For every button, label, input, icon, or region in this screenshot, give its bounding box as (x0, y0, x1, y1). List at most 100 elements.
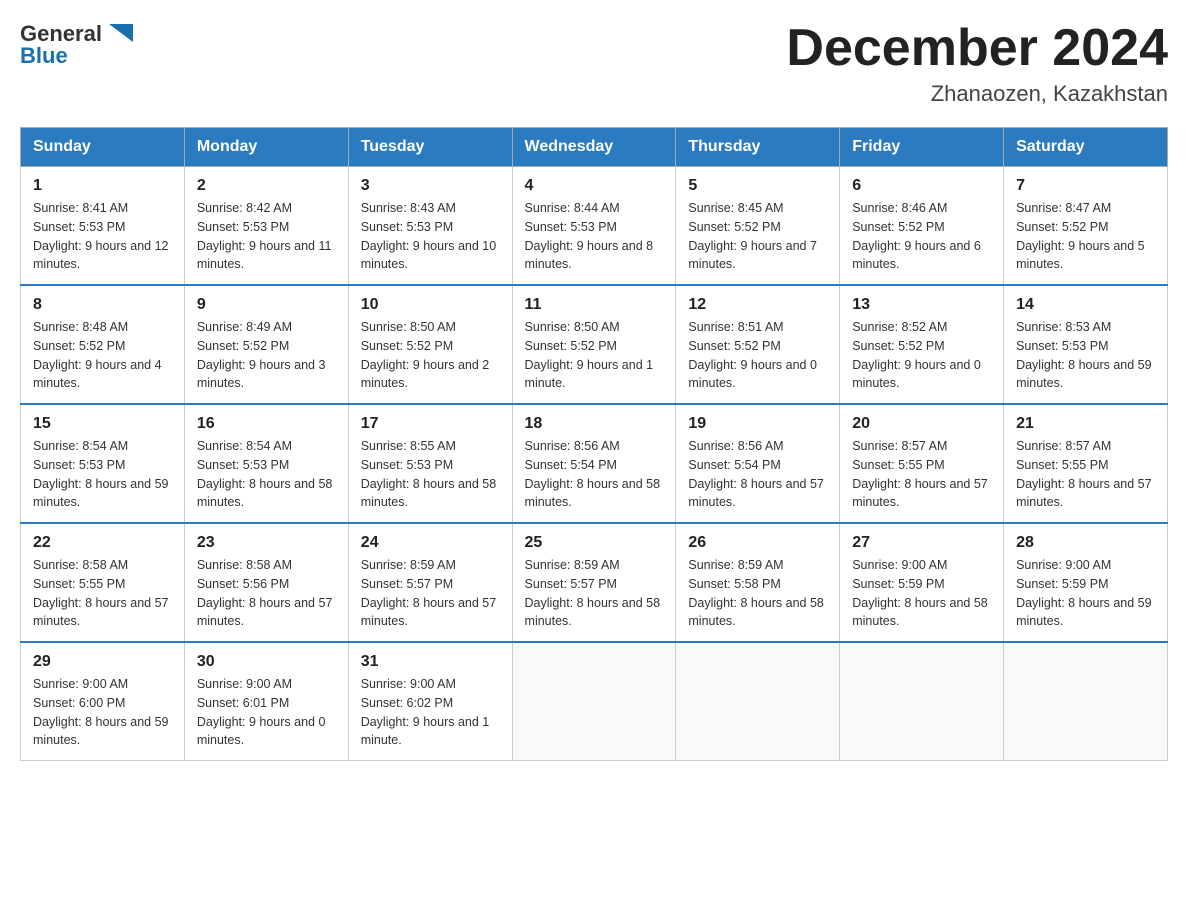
day-info: Sunrise: 8:51 AM Sunset: 5:52 PM Dayligh… (688, 318, 827, 393)
calendar-day-cell: 1 Sunrise: 8:41 AM Sunset: 5:53 PM Dayli… (21, 167, 185, 286)
calendar-day-cell: 9 Sunrise: 8:49 AM Sunset: 5:52 PM Dayli… (184, 285, 348, 404)
day-info: Sunrise: 8:45 AM Sunset: 5:52 PM Dayligh… (688, 199, 827, 274)
day-info: Sunrise: 8:49 AM Sunset: 5:52 PM Dayligh… (197, 318, 336, 393)
day-number: 30 (197, 653, 336, 671)
calendar-day-cell: 29 Sunrise: 9:00 AM Sunset: 6:00 PM Dayl… (21, 642, 185, 761)
daylight-label: Daylight: 8 hours and 59 minutes. (33, 715, 169, 748)
daylight-label: Daylight: 9 hours and 12 minutes. (33, 239, 169, 272)
calendar-week-row: 1 Sunrise: 8:41 AM Sunset: 5:53 PM Dayli… (21, 167, 1168, 286)
calendar-day-cell: 12 Sunrise: 8:51 AM Sunset: 5:52 PM Dayl… (676, 285, 840, 404)
day-info: Sunrise: 8:48 AM Sunset: 5:52 PM Dayligh… (33, 318, 172, 393)
calendar-day-cell: 13 Sunrise: 8:52 AM Sunset: 5:52 PM Dayl… (840, 285, 1004, 404)
sunrise-label: Sunrise: 8:57 AM (852, 439, 947, 453)
sunset-label: Sunset: 5:53 PM (197, 458, 289, 472)
sunset-label: Sunset: 5:53 PM (361, 220, 453, 234)
sunset-label: Sunset: 5:53 PM (1016, 339, 1108, 353)
day-number: 21 (1016, 415, 1155, 433)
sunset-label: Sunset: 5:52 PM (688, 220, 780, 234)
daylight-label: Daylight: 8 hours and 58 minutes. (688, 596, 824, 629)
day-number: 10 (361, 296, 500, 314)
daylight-label: Daylight: 8 hours and 59 minutes. (1016, 358, 1152, 391)
calendar-day-cell: 11 Sunrise: 8:50 AM Sunset: 5:52 PM Dayl… (512, 285, 676, 404)
sunset-label: Sunset: 5:52 PM (33, 339, 125, 353)
calendar-day-cell: 26 Sunrise: 8:59 AM Sunset: 5:58 PM Dayl… (676, 523, 840, 642)
day-info: Sunrise: 8:58 AM Sunset: 5:56 PM Dayligh… (197, 556, 336, 631)
daylight-label: Daylight: 8 hours and 57 minutes. (688, 477, 824, 510)
logo-triangle-icon (105, 20, 133, 48)
sunset-label: Sunset: 5:52 PM (852, 220, 944, 234)
daylight-label: Daylight: 8 hours and 58 minutes. (525, 477, 661, 510)
daylight-label: Daylight: 8 hours and 57 minutes. (1016, 477, 1152, 510)
daylight-label: Daylight: 9 hours and 0 minutes. (688, 358, 817, 391)
sunrise-label: Sunrise: 8:49 AM (197, 320, 292, 334)
daylight-label: Daylight: 8 hours and 57 minutes. (361, 596, 497, 629)
title-section: December 2024 Zhanaozen, Kazakhstan (786, 20, 1168, 107)
daylight-label: Daylight: 8 hours and 59 minutes. (33, 477, 169, 510)
day-info: Sunrise: 8:56 AM Sunset: 5:54 PM Dayligh… (525, 437, 664, 512)
sunrise-label: Sunrise: 8:44 AM (525, 201, 620, 215)
calendar-day-cell: 22 Sunrise: 8:58 AM Sunset: 5:55 PM Dayl… (21, 523, 185, 642)
day-info: Sunrise: 8:59 AM Sunset: 5:57 PM Dayligh… (361, 556, 500, 631)
day-info: Sunrise: 8:56 AM Sunset: 5:54 PM Dayligh… (688, 437, 827, 512)
day-number: 4 (525, 177, 664, 195)
calendar-day-cell: 14 Sunrise: 8:53 AM Sunset: 5:53 PM Dayl… (1004, 285, 1168, 404)
sunrise-label: Sunrise: 8:59 AM (361, 558, 456, 572)
logo: General Blue (20, 20, 133, 68)
day-info: Sunrise: 9:00 AM Sunset: 5:59 PM Dayligh… (1016, 556, 1155, 631)
sunset-label: Sunset: 5:57 PM (525, 577, 617, 591)
sunset-label: Sunset: 5:57 PM (361, 577, 453, 591)
daylight-label: Daylight: 8 hours and 58 minutes. (361, 477, 497, 510)
sunset-label: Sunset: 5:52 PM (688, 339, 780, 353)
day-number: 7 (1016, 177, 1155, 195)
day-info: Sunrise: 9:00 AM Sunset: 6:01 PM Dayligh… (197, 675, 336, 750)
sunset-label: Sunset: 6:02 PM (361, 696, 453, 710)
sunrise-label: Sunrise: 8:55 AM (361, 439, 456, 453)
sunrise-label: Sunrise: 8:45 AM (688, 201, 783, 215)
calendar-day-cell: 8 Sunrise: 8:48 AM Sunset: 5:52 PM Dayli… (21, 285, 185, 404)
day-info: Sunrise: 8:50 AM Sunset: 5:52 PM Dayligh… (361, 318, 500, 393)
calendar-day-cell: 7 Sunrise: 8:47 AM Sunset: 5:52 PM Dayli… (1004, 167, 1168, 286)
day-info: Sunrise: 8:50 AM Sunset: 5:52 PM Dayligh… (525, 318, 664, 393)
day-number: 31 (361, 653, 500, 671)
calendar-day-cell: 16 Sunrise: 8:54 AM Sunset: 5:53 PM Dayl… (184, 404, 348, 523)
day-info: Sunrise: 8:57 AM Sunset: 5:55 PM Dayligh… (1016, 437, 1155, 512)
sunrise-label: Sunrise: 9:00 AM (852, 558, 947, 572)
daylight-label: Daylight: 9 hours and 5 minutes. (1016, 239, 1145, 272)
daylight-label: Daylight: 9 hours and 8 minutes. (525, 239, 654, 272)
sunset-label: Sunset: 5:54 PM (688, 458, 780, 472)
day-number: 25 (525, 534, 664, 552)
calendar-day-cell (840, 642, 1004, 761)
daylight-label: Daylight: 9 hours and 2 minutes. (361, 358, 490, 391)
day-number: 17 (361, 415, 500, 433)
calendar-day-cell: 4 Sunrise: 8:44 AM Sunset: 5:53 PM Dayli… (512, 167, 676, 286)
day-number: 14 (1016, 296, 1155, 314)
daylight-label: Daylight: 9 hours and 1 minute. (525, 358, 654, 391)
day-info: Sunrise: 8:54 AM Sunset: 5:53 PM Dayligh… (197, 437, 336, 512)
sunrise-label: Sunrise: 9:00 AM (33, 677, 128, 691)
sunset-label: Sunset: 5:55 PM (33, 577, 125, 591)
daylight-label: Daylight: 8 hours and 57 minutes. (33, 596, 169, 629)
sunrise-label: Sunrise: 9:00 AM (1016, 558, 1111, 572)
sunrise-label: Sunrise: 8:46 AM (852, 201, 947, 215)
sunrise-label: Sunrise: 8:42 AM (197, 201, 292, 215)
sunrise-label: Sunrise: 8:53 AM (1016, 320, 1111, 334)
day-number: 27 (852, 534, 991, 552)
day-number: 16 (197, 415, 336, 433)
day-number: 1 (33, 177, 172, 195)
daylight-label: Daylight: 8 hours and 58 minutes. (525, 596, 661, 629)
weekday-header-sunday: Sunday (21, 128, 185, 167)
page-header: General Blue December 2024 Zhanaozen, Ka… (20, 20, 1168, 107)
calendar-day-cell: 21 Sunrise: 8:57 AM Sunset: 5:55 PM Dayl… (1004, 404, 1168, 523)
sunrise-label: Sunrise: 8:56 AM (525, 439, 620, 453)
sunset-label: Sunset: 5:52 PM (525, 339, 617, 353)
sunrise-label: Sunrise: 8:58 AM (197, 558, 292, 572)
calendar-day-cell: 17 Sunrise: 8:55 AM Sunset: 5:53 PM Dayl… (348, 404, 512, 523)
calendar-day-cell: 19 Sunrise: 8:56 AM Sunset: 5:54 PM Dayl… (676, 404, 840, 523)
day-info: Sunrise: 8:54 AM Sunset: 5:53 PM Dayligh… (33, 437, 172, 512)
daylight-label: Daylight: 8 hours and 57 minutes. (197, 596, 333, 629)
daylight-label: Daylight: 9 hours and 4 minutes. (33, 358, 162, 391)
daylight-label: Daylight: 9 hours and 0 minutes. (197, 715, 326, 748)
sunset-label: Sunset: 5:52 PM (1016, 220, 1108, 234)
calendar-day-cell: 10 Sunrise: 8:50 AM Sunset: 5:52 PM Dayl… (348, 285, 512, 404)
daylight-label: Daylight: 8 hours and 59 minutes. (1016, 596, 1152, 629)
